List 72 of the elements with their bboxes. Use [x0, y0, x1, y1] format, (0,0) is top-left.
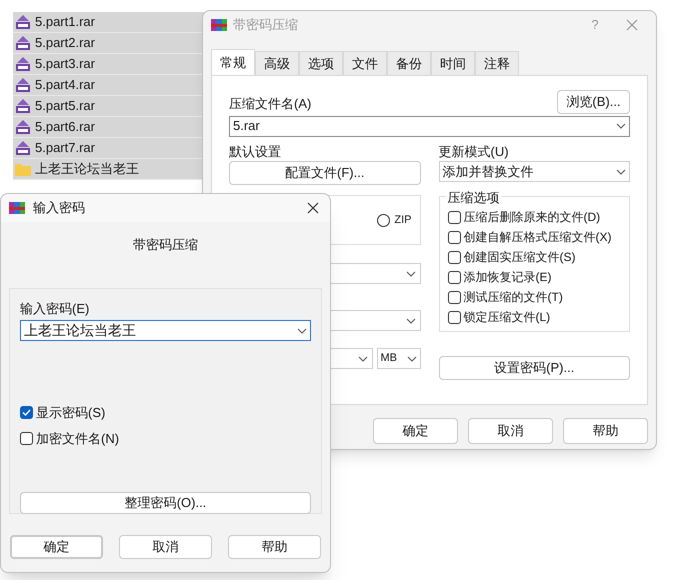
chevron-down-icon	[358, 356, 368, 362]
dialog-button[interactable]: 帮助	[228, 534, 321, 558]
chevron-down-icon	[297, 328, 307, 334]
tab[interactable]: 常规	[211, 49, 255, 75]
tab[interactable]: 注释	[475, 51, 519, 75]
tab[interactable]: 选项	[299, 51, 343, 75]
checkbox[interactable]	[448, 270, 460, 284]
dialog-heading: 带密码压缩	[132, 236, 199, 254]
checkbox[interactable]	[448, 210, 460, 224]
profiles-button[interactable]: 配置文件(F)...	[229, 161, 420, 185]
archive-icon	[15, 14, 31, 30]
file-name: 5.part7.rar	[35, 139, 95, 158]
checkbox-label: 加密文件名(N)	[36, 430, 120, 448]
checkbox[interactable]	[20, 406, 33, 420]
chevron-down-icon	[406, 270, 416, 276]
archive-icon	[15, 98, 31, 114]
books-icon	[9, 200, 25, 216]
checkbox-label: 测试压缩的文件(T)	[464, 289, 563, 306]
checkbox[interactable]	[448, 230, 460, 244]
field-label: 压缩文件名(A)	[229, 95, 312, 113]
folder-icon	[15, 162, 31, 176]
file-name: 5.part5.rar	[35, 97, 95, 116]
dialog-button[interactable]: 取消	[468, 418, 553, 444]
unit-dropdown[interactable]: MB	[376, 348, 420, 369]
tab[interactable]: 文件	[343, 51, 387, 75]
checkbox[interactable]	[20, 432, 33, 445]
radio-label: ZIP	[394, 212, 412, 228]
file-name: 5.part3.rar	[35, 55, 95, 74]
chevron-down-icon	[616, 123, 626, 129]
checkbox[interactable]	[448, 290, 460, 304]
checkbox-label: 创建自解压格式压缩文件(X)	[464, 229, 612, 246]
checkbox[interactable]	[448, 250, 460, 264]
checkbox-label: 添加恢复记录(E)	[464, 269, 552, 286]
checkbox-label: 压缩后删除原来的文件(D)	[464, 209, 600, 226]
archive-icon	[15, 140, 31, 156]
field-label: 默认设置	[229, 142, 282, 160]
field-label: 输入密码(E)	[20, 300, 90, 318]
archive-icon	[15, 77, 31, 93]
field-label: 更新模式(U)	[438, 142, 510, 161]
books-icon	[211, 17, 227, 33]
file-name: 5.part1.rar	[35, 13, 95, 32]
window-title: 带密码压缩	[233, 16, 299, 34]
close-icon[interactable]	[307, 202, 319, 214]
organize-button[interactable]: 整理密码(O)...	[20, 492, 311, 514]
chevron-down-icon	[406, 318, 416, 324]
file-name: 5.part2.rar	[35, 34, 95, 52]
checkbox[interactable]	[448, 310, 460, 324]
chevron-down-icon	[406, 356, 416, 362]
set-password-button[interactable]: 设置密码(P)...	[438, 356, 630, 380]
browse-button[interactable]: 浏览(B)...	[557, 90, 630, 114]
checkbox-label: 创建固实压缩文件(S)	[464, 249, 576, 266]
checkbox-label: 显示密码(S)	[36, 404, 106, 422]
checkbox-label: 锁定压缩文件(L)	[464, 309, 550, 326]
tab[interactable]: 时间	[431, 51, 475, 75]
archive-icon	[15, 119, 31, 135]
archive-name-field[interactable]: 5.rar	[229, 116, 630, 136]
dialog-button[interactable]: 确定	[373, 418, 458, 444]
archive-icon	[15, 56, 31, 72]
file-name: 上老王论坛当老王	[35, 160, 139, 178]
dialog-button[interactable]: 取消	[119, 534, 212, 558]
radio-button[interactable]	[377, 214, 390, 226]
chevron-down-icon	[616, 168, 626, 174]
file-name: 5.part4.rar	[35, 76, 95, 94]
tab[interactable]: 高级	[255, 51, 299, 75]
tab[interactable]: 备份	[387, 51, 431, 75]
archive-icon	[15, 35, 31, 51]
file-name: 5.part6.rar	[35, 118, 95, 136]
dialog-button[interactable]: 帮助	[563, 418, 648, 444]
update-mode-dropdown[interactable]: 添加并替换文件	[438, 161, 630, 182]
password-field[interactable]: 上老王论坛当老王	[20, 320, 311, 341]
dialog-button[interactable]: 确定	[10, 534, 103, 558]
window-title: 输入密码	[33, 199, 86, 218]
